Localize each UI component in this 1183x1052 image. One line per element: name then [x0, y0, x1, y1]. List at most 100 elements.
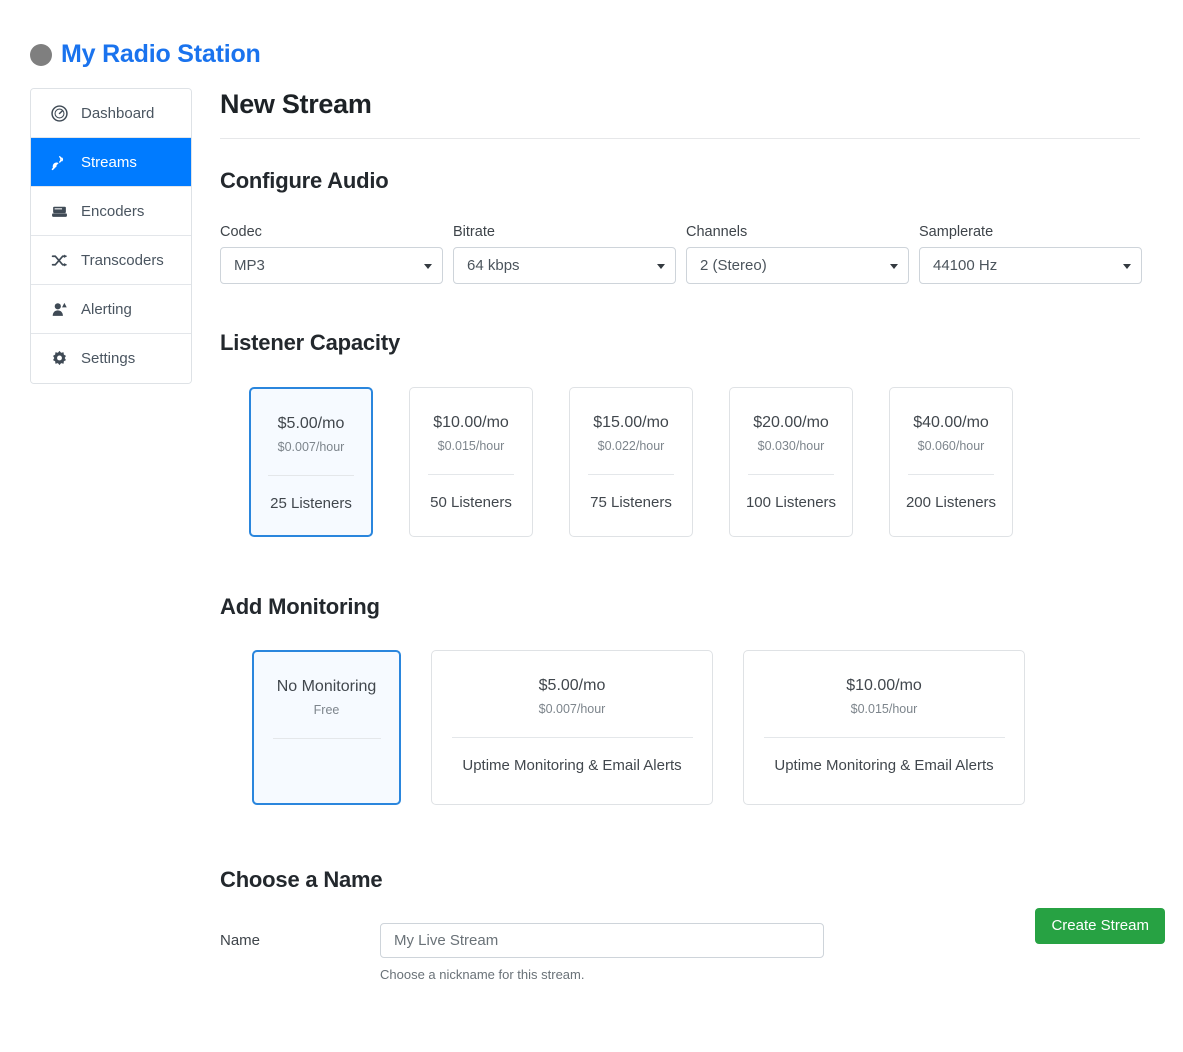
- capacity-card[interactable]: $20.00/mo $0.030/hour 100 Listeners: [729, 386, 853, 537]
- audio-field-row: Codec MP3 Bitrate 64 kbps Channels 2 (St…: [220, 225, 1150, 285]
- chevron-down-icon: [657, 263, 665, 269]
- card-rate: $0.007/hour: [538, 702, 606, 717]
- card-price: $10.00/mo: [846, 677, 922, 695]
- codec-select-value: MP3: [234, 257, 265, 275]
- card-rate: $0.060/hour: [917, 438, 985, 453]
- card-divider: [908, 473, 994, 475]
- section-heading: Configure Audio: [220, 168, 389, 194]
- page-title: New Stream: [220, 89, 372, 119]
- sidebar-item-alerting[interactable]: Alerting: [31, 285, 191, 334]
- sidebar-item-encoders[interactable]: Encoders: [31, 187, 191, 236]
- card-price: No Monitoring: [276, 678, 377, 696]
- monitoring-card[interactable]: $10.00/mo $0.015/hour Uptime Monitoring …: [743, 650, 1025, 806]
- channels-select-value: 2 (Stereo): [700, 257, 767, 275]
- monitoring-card-list: No Monitoring Free $5.00/mo $0.007/hour …: [220, 650, 1150, 806]
- user-alert-icon: [51, 301, 68, 318]
- capacity-card[interactable]: $40.00/mo $0.060/hour 200 Listeners: [889, 386, 1013, 537]
- monitoring-card[interactable]: No Monitoring Free: [252, 650, 401, 806]
- main-content: New Stream Configure Audio Codec MP3 Bit…: [220, 88, 1150, 983]
- card-rate: $0.030/hour: [757, 438, 825, 453]
- card-rate: $0.015/hour: [850, 702, 918, 717]
- name-field-wrap: Choose a nickname for this stream.: [380, 923, 824, 983]
- card-rate: $0.015/hour: [437, 438, 505, 453]
- card-price: $10.00/mo: [433, 413, 509, 431]
- field-codec: Codec MP3: [220, 225, 443, 285]
- card-feature: Uptime Monitoring & Email Alerts: [462, 757, 682, 775]
- sidebar-item-label: Dashboard: [81, 104, 155, 122]
- card-rate: Free: [313, 703, 340, 718]
- sidebar-item-label: Transcoders: [81, 251, 164, 269]
- sidebar-item-label: Encoders: [81, 202, 145, 220]
- field-label: Samplerate: [919, 223, 994, 240]
- bitrate-select[interactable]: 64 kbps: [453, 247, 676, 285]
- sidebar-item-label: Settings: [81, 350, 136, 367]
- card-divider: [272, 738, 381, 740]
- sidebar-item-label: Streams: [81, 153, 137, 171]
- sidebar-item-streams[interactable]: Streams: [31, 138, 191, 187]
- title-divider: [220, 138, 1140, 140]
- card-feature: Uptime Monitoring & Email Alerts: [774, 757, 994, 775]
- card-feature: 100 Listeners: [745, 493, 837, 511]
- server-icon: [51, 203, 68, 220]
- brand-title: My Radio Station: [61, 40, 261, 68]
- brand-header[interactable]: My Radio Station: [30, 42, 261, 67]
- name-label: Name: [220, 932, 261, 950]
- bitrate-select-value: 64 kbps: [467, 257, 520, 275]
- sidebar-item-label: Alerting: [81, 300, 132, 318]
- card-feature: 50 Listeners: [430, 493, 512, 511]
- app-root: My Radio Station Dashboard Streams Encod…: [0, 0, 1183, 1052]
- card-rate: $0.007/hour: [277, 439, 345, 454]
- section-heading: Listener Capacity: [220, 330, 401, 356]
- satellite-dish-icon: [51, 154, 68, 171]
- card-price: $5.00/mo: [277, 414, 345, 432]
- section-heading: Choose a Name: [220, 867, 383, 893]
- stream-name-input[interactable]: [380, 923, 824, 959]
- section-choose-name: Choose a Name Name Choose a nickname for…: [220, 867, 1150, 983]
- circle-logo-icon: [30, 43, 52, 66]
- card-feature: 25 Listeners: [270, 494, 352, 512]
- monitoring-card[interactable]: $5.00/mo $0.007/hour Uptime Monitoring &…: [431, 650, 713, 806]
- name-help-text: Choose a nickname for this stream.: [380, 967, 585, 983]
- shuffle-icon: [51, 252, 68, 269]
- section-listener-capacity: Listener Capacity $5.00/mo $0.007/hour 2…: [220, 330, 1150, 537]
- card-divider: [748, 473, 834, 475]
- capacity-card[interactable]: $10.00/mo $0.015/hour 50 Listeners: [409, 386, 533, 537]
- chevron-down-icon: [424, 263, 432, 269]
- channels-select[interactable]: 2 (Stereo): [686, 247, 909, 285]
- field-label: Bitrate: [453, 223, 495, 240]
- dashboard-gauge-icon: [51, 104, 68, 122]
- sidebar: Dashboard Streams Encoders Transcoders A…: [30, 88, 192, 384]
- name-field-row: Name Choose a nickname for this stream.: [220, 923, 1150, 983]
- card-price: $40.00/mo: [913, 413, 989, 431]
- card-price: $20.00/mo: [753, 413, 829, 431]
- field-bitrate: Bitrate 64 kbps: [453, 225, 676, 285]
- codec-select[interactable]: MP3: [220, 247, 443, 285]
- gear-icon: [51, 350, 68, 367]
- field-label: Channels: [686, 223, 748, 240]
- section-configure-audio: Configure Audio Codec MP3 Bitrate 64 kbp…: [220, 168, 1150, 285]
- samplerate-select-value: 44100 Hz: [933, 257, 998, 275]
- create-stream-button[interactable]: Create Stream: [1035, 908, 1165, 944]
- card-price: $15.00/mo: [593, 413, 669, 431]
- capacity-card[interactable]: $15.00/mo $0.022/hour 75 Listeners: [569, 386, 693, 537]
- capacity-card-list: $5.00/mo $0.007/hour 25 Listeners $10.00…: [220, 386, 1150, 537]
- field-label: Codec: [220, 223, 262, 240]
- card-feature: 200 Listeners: [905, 493, 997, 511]
- chevron-down-icon: [890, 263, 898, 269]
- field-samplerate: Samplerate 44100 Hz: [919, 225, 1142, 285]
- section-add-monitoring: Add Monitoring No Monitoring Free $5.00/…: [220, 593, 1150, 806]
- card-divider: [451, 737, 693, 739]
- card-divider: [428, 473, 514, 475]
- card-divider: [268, 474, 354, 476]
- capacity-card[interactable]: $5.00/mo $0.007/hour 25 Listeners: [249, 386, 373, 537]
- sidebar-item-settings[interactable]: Settings: [31, 334, 191, 383]
- samplerate-select[interactable]: 44100 Hz: [919, 247, 1142, 285]
- card-divider: [588, 473, 674, 475]
- field-channels: Channels 2 (Stereo): [686, 225, 909, 285]
- card-feature: 75 Listeners: [590, 493, 672, 511]
- card-rate: $0.022/hour: [597, 438, 665, 453]
- section-heading: Add Monitoring: [220, 593, 380, 619]
- sidebar-item-transcoders[interactable]: Transcoders: [31, 236, 191, 285]
- sidebar-item-dashboard[interactable]: Dashboard: [31, 89, 191, 138]
- chevron-down-icon: [1123, 263, 1131, 269]
